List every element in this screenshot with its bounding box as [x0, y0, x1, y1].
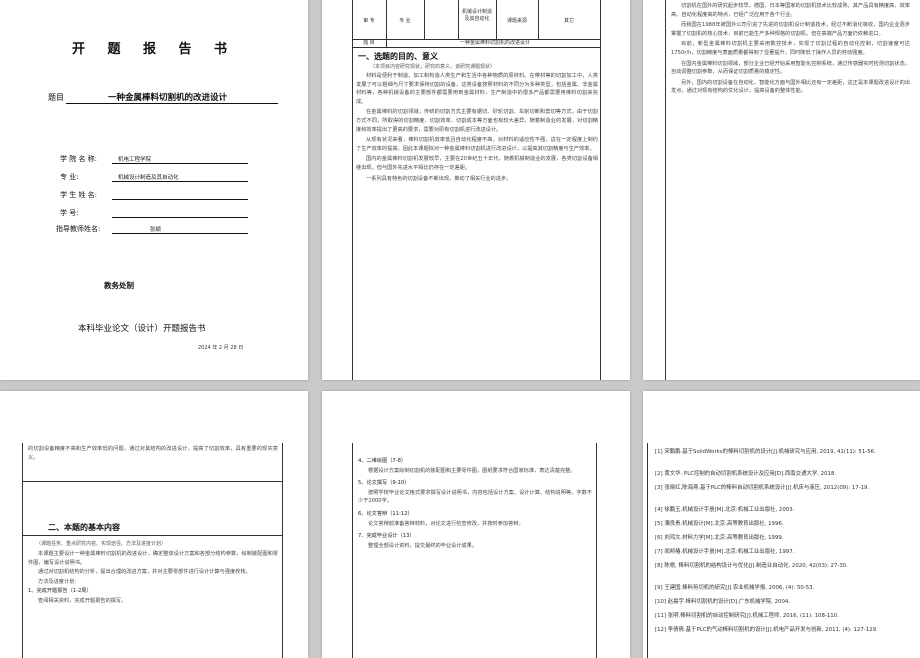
topic-value: 一种金属棒料切割机的改进设计 [108, 93, 228, 103]
table-cell: 机械设计制造及其自动化 [461, 9, 492, 22]
reference-item: [11] 张明.棒料切割机的自动控制研究[J].机械工程师, 2016, (11… [655, 613, 839, 619]
paragraph: 目前，新型金属棒料切割机主要采用数控技术，实现了切割过程的自动化控制，切割速度可… [671, 41, 910, 56]
report-date: 2024 年 2 月 28 日 [198, 345, 244, 351]
step-heading: 7、完成毕业设计（13） [358, 533, 415, 540]
page-5[interactable]: 4、二维绘图（7-8） 根据设计方案绘制切割机的装配图和主要零件图，图纸要求符合… [322, 391, 630, 658]
paragraph: 按照学校毕业论文格式要求撰写设计说明书，内容包括设计方案、设计计算、结构说明等，… [358, 489, 592, 505]
section-note: （课题任务、重点研究内容、实现途径、方法及进度计划） [36, 541, 167, 547]
table-left-border [22, 443, 23, 658]
paragraph: 切割机在国外的研究起步较早，德国、日本等国家的切割机技术比较成熟，其产品具有精度… [671, 3, 910, 18]
paragraph: 在国内金属棒料切割领域，部分企业已经开始采用智能化控制系统，通过传感器实时检测切… [671, 60, 910, 76]
cover-title: 开 题 报 告 书 [71, 42, 237, 57]
field-advisor-label: 指导教师姓名: [56, 225, 101, 233]
field-id-label: 学 号: [60, 209, 79, 217]
cover-page[interactable]: 开 题 报 告 书 题目 一种金属棒料切割机的改进设计 学 院 名 称: 机电工… [0, 0, 308, 380]
paragraph: 本课题主要设计一种金属棒料切割机的改进设计，确定整体设计方案和各部分结构参数，绘… [28, 551, 278, 566]
section-heading: 一、选题的目的、意义 [358, 52, 438, 61]
table-right-border [600, 0, 601, 380]
table-cell: 题 目 [363, 40, 375, 46]
paragraph: 从现有状况来看，棒料切割机效率低且自动化程度不高，对材料的适应性不强，这在一定程… [356, 137, 598, 152]
paragraph: 通过对切割机结构的分析，提出合理的改进方案，并对主要零部件进行设计计算与强度校核… [38, 569, 251, 576]
reference-item: [6] 刘鸿文.材料力学[M].北京:高等教育出版社, 1999. [655, 535, 784, 541]
field-line [112, 233, 248, 234]
table-row-line [22, 535, 283, 536]
office-label: 教务处制 [104, 281, 134, 290]
reference-item: [12] 李倩倩.基于PLC的气动棒料切割机的设计[J].机电产品开发与创新, … [655, 627, 878, 633]
page-3[interactable]: 切割机在国外的研究起步较早，德国、日本等国家的切割机技术比较成熟，其产品具有精度… [643, 0, 920, 380]
paragraph: 一系列具有特色的切割设备不断出现，推动了相关行业的进步。 [366, 175, 512, 182]
report-name: 本科毕业论文（设计）开题报告书 [78, 324, 206, 334]
field-student-label: 学 生 姓 名: [60, 191, 98, 199]
page-2[interactable]: 审 专 专 业 机械设计制造及其自动化 课题来源 其它 题 目 一种金属棒料切割… [322, 0, 630, 380]
reference-item: [7] 闻邦椿.机械设计手册[M].北京:机械工业出版社, 1997. [655, 549, 795, 555]
topic-label: 题目 [48, 93, 64, 102]
reference-item: [2] 黄文华. PLC控制的自动切割机系统设计及应用[D].西南交通大学, 2… [655, 471, 837, 477]
section-heading: 二、本题的基本内容 [48, 523, 120, 532]
paragraph: 整理全部设计资料，提交最终的毕业设计成果。 [368, 542, 477, 549]
paragraph: 根据设计方案绘制切割机的装配图和主要零件图，图纸要求符合国家标准，表达清楚完整。 [368, 467, 576, 474]
reference-item: [9] 王建国.棒料剪切机的研究[J].农业机械学报, 2006, (4): 5… [655, 585, 815, 591]
table-col-line [496, 0, 497, 40]
field-college-value: 机电工程学院 [118, 157, 152, 163]
table-cell: 专 业 [399, 18, 411, 24]
page-6[interactable]: [1] 宋鹏鹏.基于SolidWorks的棒料切割机的设计[J].机械研究与应用… [643, 391, 920, 658]
reference-item: [3] 张晓红,陈海燕.基于PLC的棒料自动切割机系统设计[J].机床与液压, … [655, 485, 870, 491]
field-major-value: 机械设计制造及其自动化 [118, 175, 179, 181]
topic-underline [66, 103, 278, 104]
field-advisor-value: 张颖 [150, 227, 162, 233]
section-note: （本项目内容研究现状，研究的意义，该研究课题现状） [370, 64, 496, 70]
page-4[interactable]: 的切割设备精度不高和生产效率低的问题，通过对其结构的改进设计，提高了切割效率，具… [0, 391, 308, 658]
table-right-border [596, 443, 597, 658]
table-right-border [282, 443, 283, 658]
body-text: 本课题主要设计一种金属棒料切割机的改进设计，确定整体设计方案和各部分结构参数，绘… [28, 550, 278, 606]
table-row-line [352, 47, 601, 48]
table-col-line [538, 0, 539, 40]
reference-item: [1] 宋鹏鹏.基于SolidWorks的棒料切割机的设计[J].机械研究与应用… [655, 449, 876, 455]
reference-item: [10] 赵晨宇.棒料切割机的设计[D].广东机械学院, 2004. [655, 599, 791, 605]
field-line [112, 217, 248, 218]
table-left-border [647, 443, 648, 658]
paragraph: 论文答辩前准备答辩材料，对论文进行检查修改，并按时参加答辩。 [368, 520, 524, 527]
paragraph: 另外，国内的切割设备在自动化、智能化方面与国外相比还有一定差距，这正是本课题改进… [671, 79, 910, 95]
paragraph: 在金属棒料的切割领域，传统的切割方式主要有锯切、砂轮切割、车削切断和剪切等方式，… [356, 109, 598, 133]
table-cell: 审 专 [363, 18, 375, 24]
table-col-line [424, 0, 425, 40]
paragraph: 国内的金属棒料切割机发展较早，主要在20世纪五十年代，随着机械制造业的发展，各类… [356, 156, 598, 171]
field-line [112, 181, 248, 182]
table-row-line [22, 481, 283, 482]
step-heading: 5、论文撰写（9-10） [358, 480, 410, 487]
table-left-border [352, 443, 353, 658]
table-col-line [386, 0, 387, 48]
body-text: 材料是便利于制造、加工和构造人类生产和生活中各种物质的原材料。在带材等的切割加工… [356, 72, 598, 183]
field-major-label: 专 业: [60, 173, 79, 181]
reference-item: [8] 陈艳, 棒料切割机的结构设计与优化[J].制造业自动化, 2020, 4… [655, 563, 848, 569]
reference-item: [5] 濮良贵.机械设计[M].北京:高等教育出版社, 1996. [655, 521, 784, 527]
paragraph: 查阅相关资料，完成开题报告的撰写。 [38, 597, 127, 604]
table-cell: 一种金属棒料切割机的改进设计 [459, 40, 530, 46]
paragraph: 而我国在1988年被国外公司引进了先进的切割机设计制造技术，经过不断消化吸收，国… [671, 22, 910, 37]
field-line [112, 163, 248, 164]
step-heading: 6、论文答辩（11-12） [358, 510, 413, 517]
body-text: 切割机在国外的研究起步较早，德国、日本等国家的切割机技术比较成熟，其产品具有精度… [671, 2, 910, 96]
field-college-label: 学 院 名 称: [60, 155, 98, 163]
step-heading: 4、二维绘图（7-8） [358, 458, 407, 464]
table-cell: 其它 [563, 18, 574, 24]
table-cell: 课题来源 [506, 18, 527, 24]
field-line [112, 199, 248, 200]
reference-item: [4] 徐鹏玉.机械设计手册[M].北京:机械工业出版社, 2003. [655, 507, 795, 513]
body-text: 的切割设备精度不高和生产效率低的问题，通过对其结构的改进设计，提高了切割效率，具… [28, 446, 278, 461]
table-left-border [352, 0, 353, 380]
table-left-border [665, 0, 666, 380]
step-heading: 1、完成开题报告（1-2周） [28, 588, 92, 595]
paragraph: 方法及进度计划： [38, 578, 80, 585]
paragraph: 材料是便利于制造、加工和构造人类生产和生活中各种物质的原材料。在带材等的切割加工… [356, 73, 598, 105]
body-text: 4、二维绘图（7-8） 根据设计方案绘制切割机的装配图和主要零件图，图纸要求符合… [358, 457, 592, 550]
table-col-line [458, 0, 459, 40]
